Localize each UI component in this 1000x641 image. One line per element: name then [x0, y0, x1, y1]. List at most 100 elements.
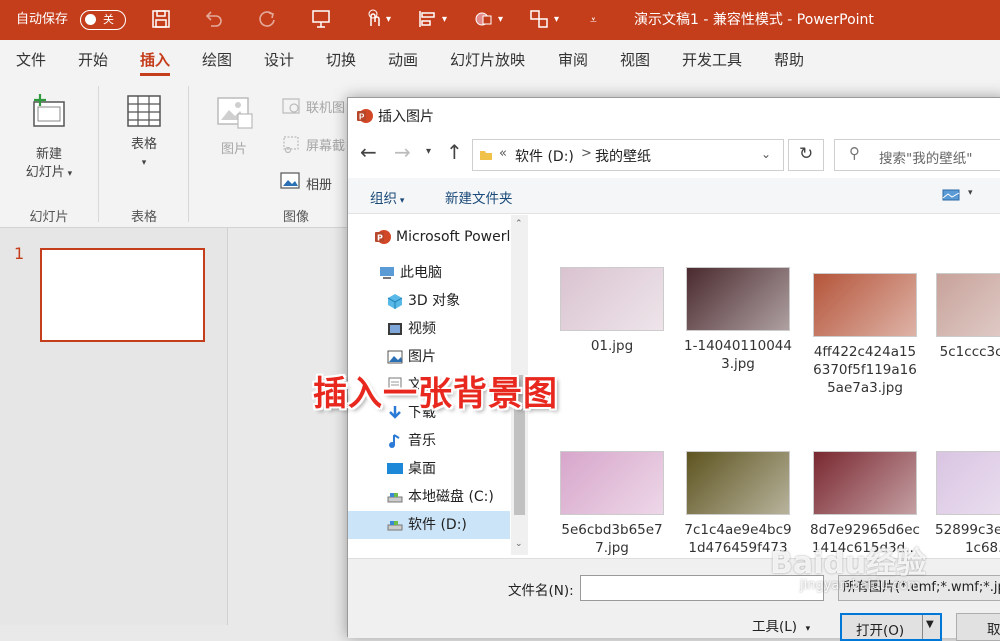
folder-icon	[480, 151, 492, 160]
picture-icon[interactable]	[216, 96, 254, 130]
forward-arrow-icon[interactable]: →	[394, 140, 411, 164]
file-name: 5c1ccc3c...jpg	[939, 344, 1000, 360]
tab-9[interactable]: 视图	[620, 40, 650, 80]
nav-item-3[interactable]: 视频	[348, 315, 510, 343]
svg-text:P: P	[377, 234, 383, 243]
chevron-down-icon[interactable]: ▾	[442, 0, 447, 40]
nav-item-7[interactable]: 音乐	[348, 427, 510, 455]
tab-11[interactable]: 帮助	[774, 40, 804, 80]
file-item[interactable]: 4ff422c424a156370f5f119a165ae7a3.jpg	[810, 273, 920, 397]
touch-mode-icon[interactable]	[362, 8, 384, 30]
svg-text:P: P	[359, 113, 365, 122]
back-arrow-icon[interactable]: ←	[360, 140, 377, 164]
breadcrumb-prefix: «	[499, 146, 507, 161]
tab-8[interactable]: 审阅	[558, 40, 588, 80]
nav-item-label: 此电脑	[400, 265, 442, 281]
tab-6[interactable]: 动画	[388, 40, 418, 80]
open-button[interactable]: 打开(O) ▼	[840, 613, 942, 641]
file-item[interactable]: 5e6cbd3b65e77.jpg	[557, 451, 667, 557]
file-thumbnail	[813, 451, 917, 515]
table-label: 表格	[130, 137, 157, 152]
table-icon[interactable]	[126, 94, 162, 128]
file-name: 5e6cbd3b65e77.jpg	[561, 522, 663, 556]
tab-2[interactable]: 插入	[140, 40, 171, 80]
tab-5[interactable]: 切换	[326, 40, 356, 80]
tab-3[interactable]: 绘图	[202, 40, 232, 80]
undo-icon[interactable]	[202, 8, 224, 30]
recent-locations-chevron-icon[interactable]: ▾	[426, 146, 431, 157]
new-slide-button[interactable]: 新建 幻灯片 ▾	[14, 146, 84, 183]
shape-fill-icon[interactable]	[472, 8, 494, 30]
file-list: 01.jpg 1-140401100443.jpg 4ff422c424a15637…	[529, 215, 1000, 574]
cancel-label: 取	[987, 622, 1000, 638]
breadcrumb-separator: >	[581, 146, 592, 161]
chevron-down-icon[interactable]: ▾	[498, 0, 503, 40]
file-item[interactable]: 01.jpg	[557, 267, 667, 355]
tab-7[interactable]: 幻灯片放映	[450, 40, 525, 80]
tab-0[interactable]: 文件	[16, 40, 46, 80]
nav-item-1[interactable]: 此电脑	[348, 259, 510, 287]
address-dropdown-chevron-icon[interactable]: ⌄	[761, 147, 771, 161]
tab-10[interactable]: 开发工具	[682, 40, 742, 80]
nav-item-9[interactable]: 本地磁盘 (C:)	[348, 483, 510, 511]
nav-item-10[interactable]: 软件 (D:)	[348, 511, 510, 539]
screenshot-icon[interactable]	[282, 135, 300, 153]
scroll-up-icon[interactable]: ⌃	[515, 219, 523, 229]
drive-icon	[386, 516, 404, 544]
scroll-down-icon[interactable]: ⌄	[515, 539, 523, 549]
photo-album-button[interactable]: 相册	[306, 174, 332, 193]
nav-item-0[interactable]: P Microsoft Powerl	[348, 223, 510, 251]
chevron-down-icon[interactable]: ▾	[554, 0, 559, 40]
up-arrow-icon[interactable]: ↑	[446, 140, 463, 164]
picture-button[interactable]: 图片	[210, 138, 258, 157]
nav-item-label: 视频	[408, 321, 436, 337]
arrange-icon[interactable]	[528, 8, 550, 30]
table-button[interactable]: 表格 ▾	[116, 136, 172, 172]
group-label-images: 图像	[282, 210, 309, 225]
change-view-icon[interactable]	[942, 188, 960, 202]
file-name: 4ff422c424a156370f5f119a165ae7a3.jpg	[813, 344, 917, 396]
presenter-icon[interactable]	[310, 8, 332, 30]
autosave-label: 自动保存	[16, 12, 69, 27]
chevron-down-icon: ▾	[141, 158, 147, 168]
screenshot-button[interactable]: 屏幕截	[306, 135, 345, 154]
file-item[interactable]: 1-140401100443.jpg	[683, 267, 793, 373]
slide-thumbnail[interactable]	[40, 248, 205, 342]
tools-button[interactable]: 工具(L) ▾	[752, 615, 810, 635]
refresh-button[interactable]: ↻	[788, 139, 824, 171]
group-divider	[188, 86, 189, 222]
refresh-icon: ↻	[799, 144, 814, 164]
customize-toolbar-icon[interactable]: ⩡	[590, 0, 597, 40]
view-options-chevron-icon[interactable]: ▾	[968, 188, 973, 198]
breadcrumb-folder[interactable]: 我的壁纸	[595, 146, 651, 166]
new-folder-button[interactable]: 新建文件夹	[445, 187, 513, 207]
nav-item-label: 桌面	[408, 461, 436, 477]
new-slide-icon[interactable]	[30, 94, 68, 130]
redo-icon[interactable]	[256, 8, 278, 30]
organize-button[interactable]: 组织 ▾	[370, 187, 404, 207]
watermark-url: jingyan.baidu.com	[800, 578, 920, 593]
chevron-down-icon[interactable]: ▾	[386, 0, 391, 40]
photo-album-icon[interactable]	[280, 172, 300, 190]
dialog-title: 插入图片	[378, 109, 434, 125]
file-item[interactable]: 5c1ccc3c...jpg	[933, 273, 1000, 361]
search-placeholder: 搜索"我的壁纸"	[879, 151, 973, 167]
save-icon[interactable]	[150, 8, 172, 30]
nav-item-8[interactable]: 桌面	[348, 455, 510, 483]
ribbon-tabs: 文件 开始 插入 绘图 设计 切换 动画 幻灯片放映 审阅 视图 开发工具 帮助	[0, 40, 1000, 80]
align-icon[interactable]	[416, 8, 438, 30]
search-icon: ⚲	[849, 144, 860, 162]
online-picture-icon[interactable]	[282, 98, 300, 114]
online-picture-button[interactable]: 联机图	[306, 97, 345, 116]
file-name: 01.jpg	[590, 338, 634, 354]
tab-4[interactable]: 设计	[264, 40, 294, 80]
search-box[interactable]: ⚲ 搜索"我的壁纸"	[834, 139, 1000, 171]
nav-item-2[interactable]: 3D 对象	[348, 287, 510, 315]
nav-item-label: 3D 对象	[408, 293, 461, 309]
address-bar[interactable]: « 软件 (D:) > 我的壁纸 ⌄	[472, 139, 784, 171]
tab-1[interactable]: 开始	[78, 40, 108, 80]
cancel-button[interactable]: 取	[956, 613, 1000, 641]
file-item[interactable]: 52899c3e...1001c68...	[933, 451, 1000, 557]
autosave-toggle[interactable]: 关	[80, 10, 126, 30]
breadcrumb-drive[interactable]: 软件 (D:)	[515, 146, 574, 166]
